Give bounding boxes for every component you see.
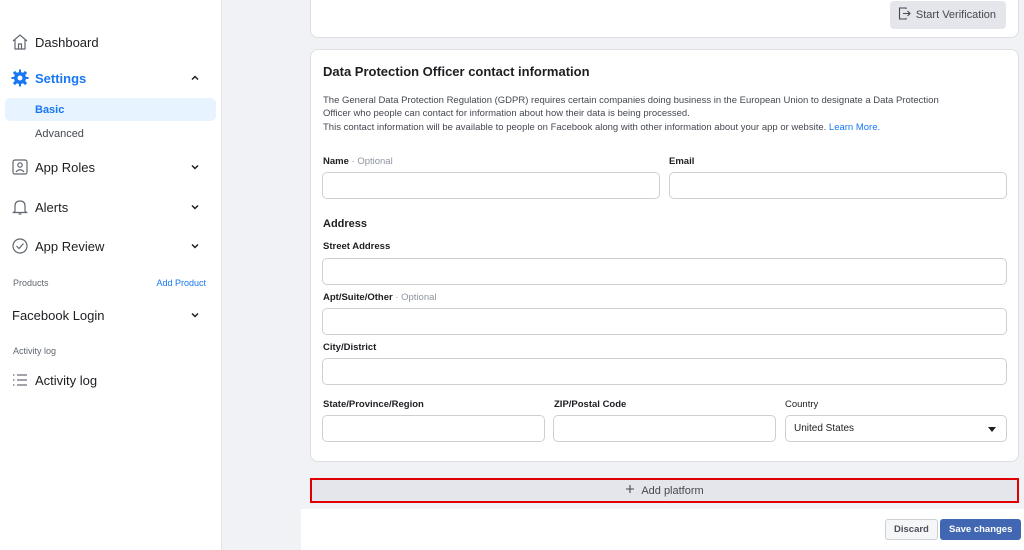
apt-label-text: Apt/Suite/Other: [323, 292, 393, 303]
street-address-label: Street Address: [323, 241, 391, 252]
nav-activity-log[interactable]: Activity log: [0, 362, 222, 398]
dpo-description-line-3: This contact information will be availab…: [323, 122, 880, 134]
country-select[interactable]: United States: [785, 415, 1007, 442]
dpo-card: Data Protection Officer contact informat…: [310, 49, 1019, 462]
sidebar: Dashboard Settings Basic Advanced App Ro…: [0, 0, 222, 550]
nav-alerts[interactable]: Alerts: [0, 189, 222, 225]
city-input[interactable]: [322, 358, 1007, 385]
dpo-description-line-2: Officer who people can contact for infor…: [323, 108, 690, 119]
add-product-link[interactable]: Add Product: [156, 278, 206, 288]
nav-app-roles[interactable]: App Roles: [0, 149, 222, 185]
bell-icon: [11, 198, 29, 216]
chevron-down-icon: [190, 310, 200, 320]
nav-app-review[interactable]: App Review: [0, 228, 222, 264]
name-label-text: Name: [323, 156, 349, 167]
check-circle-icon: [11, 237, 29, 255]
nav-dashboard[interactable]: Dashboard: [0, 24, 222, 60]
dpo-title: Data Protection Officer contact informat…: [323, 64, 590, 79]
start-verification-button[interactable]: Start Verification: [889, 1, 1006, 29]
plus-icon: [625, 484, 635, 497]
apt-input[interactable]: [322, 308, 1007, 335]
home-icon: [11, 33, 29, 51]
email-label: Email: [669, 156, 695, 167]
chevron-down-icon: [190, 202, 200, 212]
nav-app-review-label: App Review: [35, 238, 105, 254]
add-platform-label: Add platform: [641, 484, 704, 497]
footer-bar: Discard Save changes: [301, 509, 1024, 550]
state-input[interactable]: [322, 415, 545, 442]
email-input[interactable]: [669, 172, 1007, 199]
address-heading: Address: [323, 218, 368, 230]
apt-optional: · Optional: [392, 292, 437, 303]
nav-alerts-label: Alerts: [35, 199, 69, 215]
apt-label: Apt/Suite/Other · Optional: [323, 292, 437, 303]
dpo-description-text: This contact information will be availab…: [323, 122, 829, 133]
dpo-description-line-1: The General Data Protection Regulation (…: [323, 95, 939, 106]
state-label: State/Province/Region: [323, 399, 424, 410]
discard-button[interactable]: Discard: [885, 519, 938, 540]
learn-more-link[interactable]: Learn More.: [829, 122, 880, 133]
name-optional: · Optional: [348, 156, 393, 167]
user-badge-icon: [11, 158, 29, 176]
city-label: City/District: [323, 342, 377, 353]
name-input[interactable]: [322, 172, 660, 199]
add-platform-button[interactable]: Add platform: [310, 478, 1019, 503]
nav-settings-basic[interactable]: Basic: [5, 98, 216, 121]
country-label: Country: [785, 399, 819, 410]
activity-log-section-label: Activity log: [13, 346, 57, 356]
zip-input[interactable]: [553, 415, 776, 442]
exit-icon: [898, 7, 911, 23]
chevron-down-icon: [190, 162, 200, 172]
gear-icon: [11, 69, 29, 87]
products-section-label: Products: [13, 278, 49, 288]
nav-settings-advanced[interactable]: Advanced: [5, 122, 216, 145]
street-address-input[interactable]: [322, 258, 1007, 285]
chevron-up-icon: [190, 73, 200, 83]
list-icon: [11, 371, 29, 389]
country-value: United States: [794, 423, 855, 434]
nav-settings-label: Settings: [35, 70, 87, 86]
nav-app-roles-label: App Roles: [35, 159, 95, 175]
nav-activity-log-label: Activity log: [35, 372, 98, 388]
verification-card: Start Verification: [310, 0, 1019, 38]
nav-settings[interactable]: Settings: [0, 60, 222, 96]
nav-facebook-login[interactable]: Facebook Login: [0, 297, 222, 333]
caret-down-icon: [988, 427, 996, 432]
zip-label: ZIP/Postal Code: [554, 399, 627, 410]
nav-facebook-login-label: Facebook Login: [12, 307, 105, 323]
start-verification-label: Start Verification: [915, 9, 996, 21]
chevron-down-icon: [190, 241, 200, 251]
nav-dashboard-label: Dashboard: [35, 34, 99, 50]
name-label: Name · Optional: [323, 156, 393, 167]
save-changes-button[interactable]: Save changes: [940, 519, 1022, 540]
